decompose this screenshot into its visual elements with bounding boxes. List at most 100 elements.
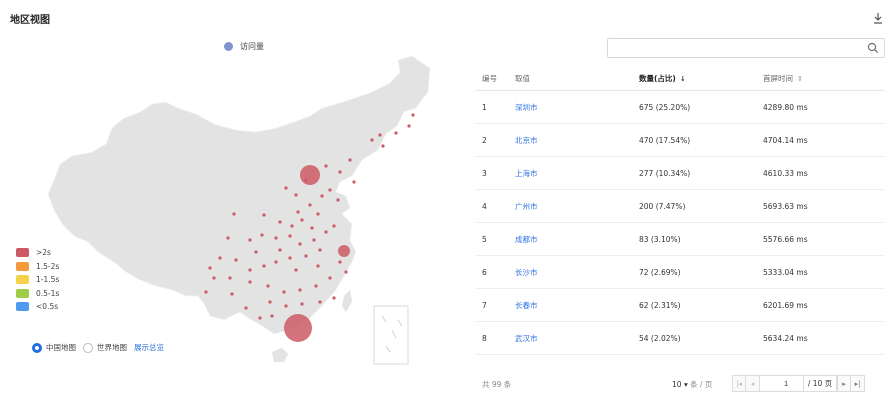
city-dot[interactable] [218,256,222,260]
region-link[interactable]: 广州市 [515,202,538,211]
city-dot[interactable] [294,193,298,197]
city-dot[interactable] [278,220,282,224]
city-dot[interactable] [328,188,332,192]
city-dot[interactable] [332,296,336,300]
page-number-input[interactable] [760,375,804,392]
scale-item[interactable]: 0.5-1s [16,287,59,301]
city-dot[interactable] [318,300,322,304]
city-dot[interactable] [204,290,208,294]
prev-page-icon[interactable]: ◂ [746,375,760,392]
city-dot[interactable] [248,238,252,242]
city-dot[interactable] [316,264,320,268]
world-map-radio[interactable]: 世界地图 [83,342,127,353]
city-dot[interactable] [348,158,352,162]
city-dot[interactable] [344,270,348,274]
scale-item[interactable]: 1.5-2s [16,260,59,274]
china-map-radio[interactable]: 中国地图 [32,342,76,353]
city-dot[interactable] [274,260,278,264]
city-dot[interactable] [296,210,300,214]
first-page-icon[interactable]: |◂ [732,375,746,392]
city-dot[interactable] [314,284,318,288]
city-dot[interactable] [284,304,288,308]
city-dot[interactable] [248,268,252,272]
region-link[interactable]: 深圳市 [515,103,538,112]
city-bubble[interactable] [300,165,320,185]
city-dot[interactable] [378,133,382,137]
city-dot[interactable] [332,224,336,228]
city-dot[interactable] [300,218,304,222]
city-dot[interactable] [324,164,328,168]
city-bubble[interactable] [338,245,350,257]
city-dot[interactable] [254,250,258,254]
last-page-icon[interactable]: ▸| [851,375,865,392]
show-overview-link[interactable]: 展示总览 [134,342,164,353]
table-row[interactable]: 7 长春市 62 (2.31%) 6201.69 ms [475,289,885,322]
table-row[interactable]: 2 北京市 470 (17.54%) 4704.14 ms [475,124,885,157]
per-page-select[interactable]: 10 ▾ 条 / 页 [672,379,712,390]
city-dot[interactable] [244,306,248,310]
city-dot[interactable] [304,254,308,258]
city-dot[interactable] [320,194,324,198]
download-icon[interactable] [873,12,883,24]
city-dot[interactable] [316,212,320,216]
search-input[interactable] [607,38,885,58]
city-dot[interactable] [290,224,294,228]
city-dot[interactable] [212,276,216,280]
city-dot[interactable] [381,144,385,148]
table-row[interactable]: 5 成都市 83 (3.10%) 5576.66 ms [475,223,885,256]
city-dot[interactable] [288,234,292,238]
city-dot[interactable] [260,233,264,237]
table-row[interactable]: 6 长沙市 72 (2.69%) 5333.04 ms [475,256,885,289]
city-dot[interactable] [298,288,302,292]
city-dot[interactable] [338,260,342,264]
city-dot[interactable] [324,230,328,234]
city-dot[interactable] [300,302,304,306]
region-link[interactable]: 成都市 [515,235,538,244]
city-dot[interactable] [288,256,292,260]
city-dot[interactable] [370,138,374,142]
table-row[interactable]: 3 上海市 277 (10.34%) 4610.33 ms [475,157,885,190]
city-dot[interactable] [298,242,302,246]
col-time-header[interactable]: 首屏时间 ⇕ [756,73,885,84]
city-dot[interactable] [226,236,230,240]
city-dot[interactable] [328,276,332,280]
scale-item[interactable]: <0.5s [16,300,59,314]
city-dot[interactable] [232,212,236,216]
col-count-header[interactable]: 数量(占比) ↓ [632,73,756,84]
scale-item[interactable]: >2s [16,246,59,260]
search-icon[interactable] [867,42,879,54]
table-row[interactable]: 8 武汉市 54 (2.02%) 5634.24 ms [475,322,885,355]
region-link[interactable]: 长春市 [515,301,538,310]
city-dot[interactable] [258,316,262,320]
china-map[interactable] [0,0,470,380]
city-bubble[interactable] [284,314,312,342]
city-dot[interactable] [338,170,342,174]
city-dot[interactable] [411,113,415,117]
table-row[interactable]: 1 深圳市 675 (25.20%) 4289.80 ms [475,91,885,124]
city-dot[interactable] [318,248,322,252]
city-dot[interactable] [336,198,340,202]
city-dot[interactable] [394,131,398,135]
city-dot[interactable] [266,284,270,288]
region-link[interactable]: 上海市 [515,169,538,178]
region-link[interactable]: 长沙市 [515,268,538,277]
region-link[interactable]: 北京市 [515,136,538,145]
china-landmass[interactable] [47,55,431,335]
city-dot[interactable] [234,258,238,262]
city-dot[interactable] [282,290,286,294]
city-dot[interactable] [268,300,272,304]
city-dot[interactable] [312,238,316,242]
city-dot[interactable] [262,264,266,268]
city-dot[interactable] [310,226,314,230]
city-dot[interactable] [278,248,282,252]
city-dot[interactable] [407,124,411,128]
city-dot[interactable] [270,314,274,318]
city-dot[interactable] [274,236,278,240]
city-dot[interactable] [248,280,252,284]
city-dot[interactable] [262,213,266,217]
city-dot[interactable] [294,268,298,272]
next-page-icon[interactable]: ▸ [837,375,851,392]
city-dot[interactable] [228,276,232,280]
region-link[interactable]: 武汉市 [515,334,538,343]
city-dot[interactable] [352,180,356,184]
